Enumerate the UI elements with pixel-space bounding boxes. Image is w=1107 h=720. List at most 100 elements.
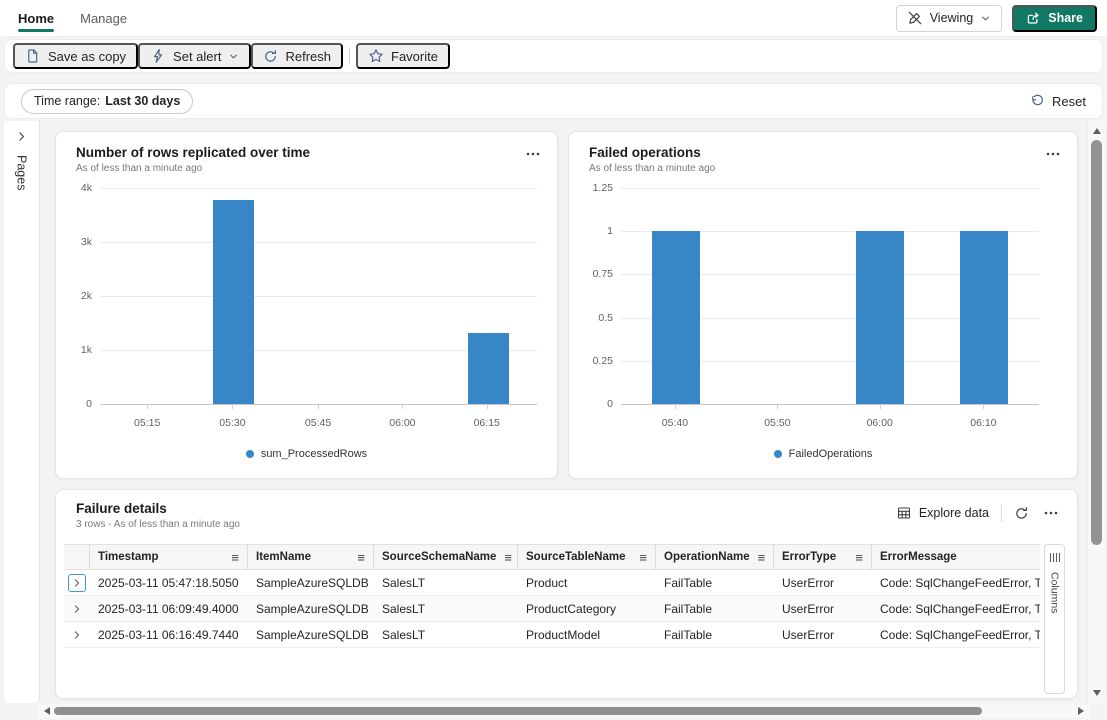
undo-icon — [1030, 94, 1045, 109]
chart-bar[interactable] — [959, 231, 1008, 404]
chart-bar[interactable] — [651, 231, 700, 404]
tab-home[interactable]: Home — [18, 0, 55, 36]
table-cell: SalesLT — [382, 627, 426, 642]
explore-data-button[interactable]: Explore data — [896, 505, 989, 521]
chart-title: Number of rows replicated over time — [76, 145, 311, 160]
column-menu-icon[interactable]: ≡ — [631, 550, 647, 565]
tab-manage[interactable]: Manage — [80, 0, 127, 36]
table-cell: Code: SqlChangeFeedError, Type: — [880, 601, 1040, 616]
failure-details-card: Failure details 3 rows - As of less than… — [55, 489, 1078, 699]
y-tick-label: 1k — [80, 344, 92, 356]
row-expander-button[interactable] — [68, 626, 86, 644]
table-cell: Product — [526, 575, 568, 590]
grip-icon — [1049, 552, 1061, 563]
chart-bar[interactable] — [213, 199, 255, 404]
gridline — [621, 188, 1039, 189]
column-menu-icon[interactable]: ≡ — [847, 550, 863, 565]
y-tick-label: 2k — [80, 290, 92, 302]
more-options-icon[interactable] — [523, 146, 543, 162]
viewing-dropdown[interactable]: Viewing — [895, 4, 1003, 32]
save-as-copy-button[interactable]: Save as copy — [13, 43, 139, 69]
x-tickmark — [486, 405, 488, 409]
x-tick-label: 06:10 — [970, 417, 997, 429]
column-menu-icon[interactable]: ≡ — [496, 550, 512, 565]
chart-bar[interactable] — [468, 332, 510, 404]
pages-rail[interactable]: Pages — [4, 121, 40, 703]
vertical-scrollbar[interactable] — [1087, 121, 1105, 703]
time-range-value: Last 30 days — [105, 94, 181, 108]
column-header-itemname[interactable]: ItemName ≡ — [248, 545, 374, 569]
favorite-button[interactable]: Favorite — [356, 43, 450, 69]
reset-button[interactable]: Reset — [1030, 94, 1086, 109]
table-cell: 2025-03-11 06:16:49.7440 — [98, 627, 239, 642]
y-tick-label: 0.75 — [592, 268, 613, 281]
columns-panel-toggle[interactable]: Columns — [1044, 544, 1065, 694]
table-refresh-button[interactable] — [1014, 506, 1029, 521]
reset-label: Reset — [1052, 93, 1086, 109]
column-label: SourceTableName — [526, 551, 626, 563]
scroll-left-arrow[interactable] — [44, 707, 50, 715]
chart-title: Failed operations — [589, 145, 701, 160]
refresh-button[interactable]: Refresh — [251, 43, 343, 69]
vertical-scrollbar-thumb[interactable] — [1091, 140, 1102, 545]
table-cell: 2025-03-11 06:09:49.4000 — [98, 601, 239, 616]
column-menu-icon[interactable]: ≡ — [750, 550, 766, 565]
table-row[interactable]: 2025-03-11 06:09:49.4000 SampleAzureSQLDB… — [64, 596, 1040, 622]
dashboard-screen: Home Manage Viewing Share Save as copy S… — [0, 0, 1107, 720]
more-options-icon[interactable] — [1043, 146, 1063, 162]
x-tick-label: 06:15 — [473, 417, 500, 429]
table-cell: Code: SqlChangeFeedError, Type: — [880, 575, 1040, 590]
legend-dot — [773, 450, 782, 458]
column-header-sourceschemaname[interactable]: SourceSchemaName ≡ — [374, 545, 518, 569]
table-cell: FailTable — [664, 575, 713, 590]
table-row[interactable]: 2025-03-11 06:16:49.7440 SampleAzureSQLDB… — [64, 622, 1040, 648]
horizontal-scrollbar-thumb[interactable] — [54, 707, 982, 715]
row-expander-button[interactable] — [68, 573, 86, 592]
row-expander-button[interactable] — [68, 600, 86, 618]
x-tick-label: 06:00 — [866, 417, 893, 429]
time-range-pill[interactable]: Time range: Last 30 days — [21, 88, 194, 114]
x-tickmark — [318, 405, 320, 409]
table-cell: UserError — [782, 601, 835, 616]
table-cell: SalesLT — [382, 601, 426, 616]
explore-data-icon — [896, 505, 912, 521]
x-tickmark — [674, 405, 676, 409]
set-alert-button[interactable]: Set alert — [138, 43, 252, 69]
column-header-timestamp[interactable]: Timestamp ≡ — [90, 545, 248, 569]
tab-manage-label: Manage — [80, 10, 128, 26]
nav-tabs: Home Manage — [18, 0, 127, 36]
table-cell: FailTable — [664, 627, 713, 642]
x-tickmark — [879, 405, 881, 409]
table-cell: SampleAzureSQLDB — [256, 627, 369, 642]
column-header-errortype[interactable]: ErrorType ≡ — [774, 545, 872, 569]
horizontal-scrollbar[interactable] — [38, 704, 1090, 718]
chevron-right-icon[interactable] — [15, 130, 28, 143]
x-tick-label: 05:30 — [219, 417, 246, 429]
filter-bar: Time range: Last 30 days Reset — [4, 83, 1103, 119]
chart-bar[interactable] — [856, 231, 904, 404]
set-alert-label: Set alert — [173, 48, 222, 64]
column-menu-icon[interactable]: ≡ — [223, 550, 239, 565]
y-axis: 1.25 1 0.75 0.5 0.25 0 — [569, 182, 613, 410]
scroll-right-arrow[interactable] — [1078, 707, 1084, 715]
actions-divider — [1001, 504, 1002, 522]
share-button[interactable]: Share — [1012, 4, 1097, 32]
column-menu-icon[interactable]: ≡ — [349, 550, 365, 565]
edit-disabled-icon — [907, 10, 923, 26]
column-header-sourcetablename[interactable]: SourceTableName ≡ — [518, 545, 656, 569]
chart-card-rows-replicated: Number of rows replicated over time As o… — [55, 131, 558, 479]
column-header-errormessage[interactable]: ErrorMessage — [872, 545, 1040, 569]
column-label: ErrorMessage — [880, 551, 957, 563]
table-more-options-icon[interactable] — [1041, 505, 1061, 521]
save-as-copy-label: Save as copy — [48, 48, 127, 64]
legend-dot — [245, 450, 254, 458]
x-tickmark — [983, 405, 985, 409]
scroll-up-arrow[interactable] — [1093, 128, 1101, 134]
grid-header-row: Timestamp ≡ ItemName ≡ SourceSchemaName ≡ Sour… — [64, 544, 1040, 570]
table-cell: UserError — [782, 627, 835, 642]
column-header-operationname[interactable]: OperationName ≡ — [656, 545, 774, 569]
table-cell: ProductModel — [526, 627, 601, 642]
table-cell: SalesLT — [382, 575, 426, 590]
scroll-down-arrow[interactable] — [1093, 690, 1101, 696]
table-row[interactable]: 2025-03-11 05:47:18.5050 SampleAzureSQLDB… — [64, 570, 1040, 596]
